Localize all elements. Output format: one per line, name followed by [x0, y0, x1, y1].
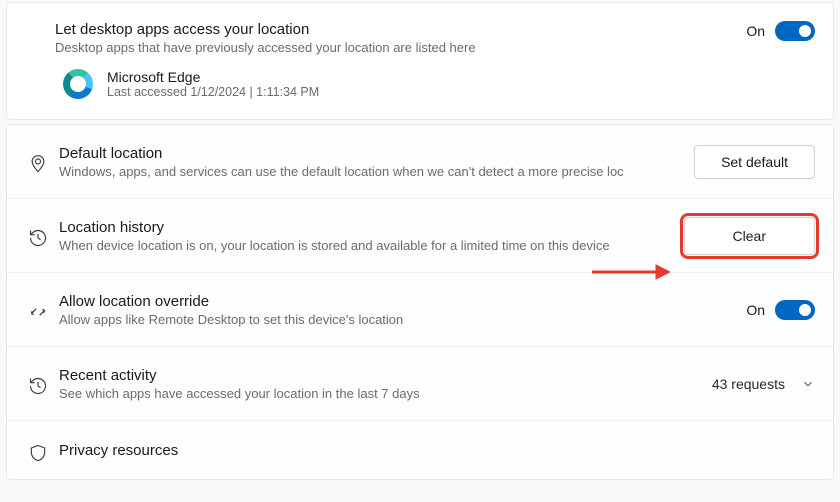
location-history-row: Location history When device location is…	[7, 199, 833, 273]
app-last-accessed: Last accessed 1/12/2024 | 1:11:34 PM	[107, 85, 319, 99]
override-toggle[interactable]	[775, 300, 815, 320]
desktop-apps-toggle-label: On	[746, 23, 765, 39]
recent-activity-count: 43 requests	[712, 376, 785, 392]
history-icon	[28, 228, 48, 248]
location-pin-icon	[28, 154, 48, 174]
override-toggle-label: On	[746, 302, 765, 318]
override-title: Allow location override	[59, 293, 734, 310]
privacy-resources-row[interactable]: Privacy resources	[7, 421, 833, 479]
desktop-apps-toggle[interactable]	[775, 21, 815, 41]
override-arrows-icon	[28, 302, 48, 322]
desktop-apps-subtitle: Desktop apps that have previously access…	[55, 40, 734, 55]
recent-activity-row[interactable]: Recent activity See which apps have acce…	[7, 347, 833, 421]
recent-activity-subtitle: See which apps have accessed your locati…	[59, 386, 700, 401]
microsoft-edge-icon	[63, 69, 93, 99]
app-name: Microsoft Edge	[107, 69, 319, 85]
default-location-title: Default location	[59, 145, 682, 162]
override-subtitle: Allow apps like Remote Desktop to set th…	[59, 312, 734, 327]
chevron-down-icon	[801, 377, 815, 391]
desktop-apps-title: Let desktop apps access your location	[55, 21, 734, 38]
location-history-subtitle: When device location is on, your locatio…	[59, 238, 672, 253]
app-entry-edge: Microsoft Edge Last accessed 1/12/2024 |…	[55, 69, 815, 99]
default-location-subtitle: Windows, apps, and services can use the …	[59, 164, 682, 179]
default-location-row: Default location Windows, apps, and serv…	[7, 125, 833, 199]
clear-button[interactable]: Clear	[684, 217, 815, 255]
set-default-button[interactable]: Set default	[694, 145, 815, 179]
history-icon	[28, 376, 48, 396]
desktop-apps-section: Let desktop apps access your location De…	[6, 2, 834, 120]
recent-activity-title: Recent activity	[59, 367, 700, 384]
privacy-resources-title: Privacy resources	[59, 442, 815, 459]
location-override-row: Allow location override Allow apps like …	[7, 273, 833, 347]
shield-icon	[28, 443, 48, 463]
location-history-title: Location history	[59, 219, 672, 236]
